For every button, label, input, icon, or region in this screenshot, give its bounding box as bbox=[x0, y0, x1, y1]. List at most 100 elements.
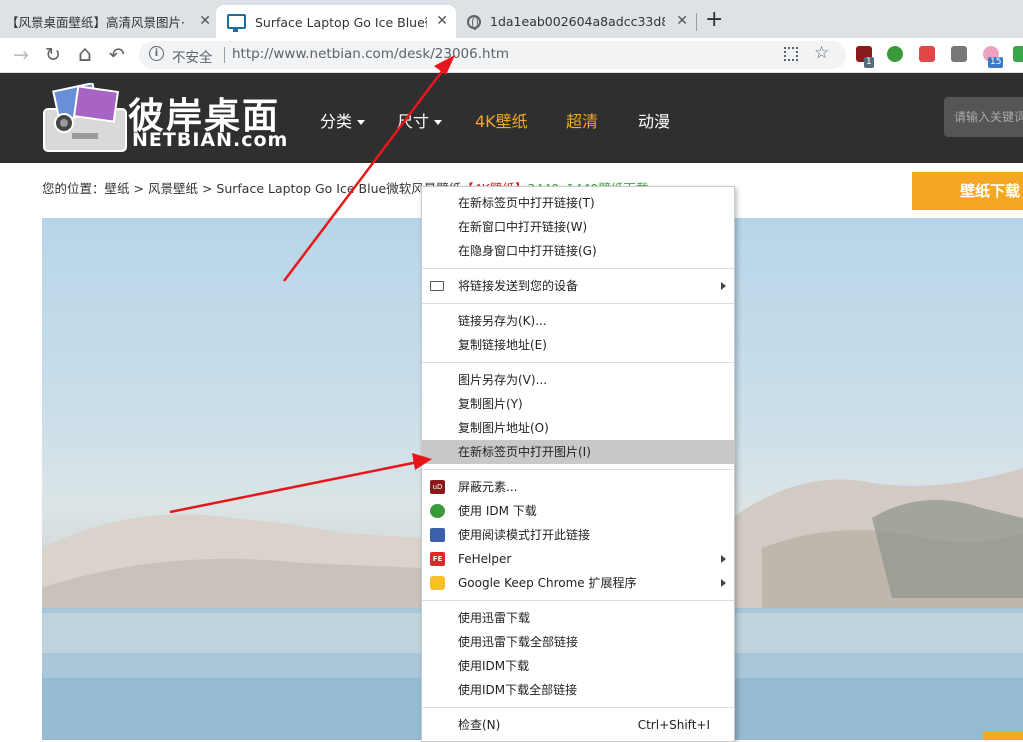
menu-item-label: 在新标签页中打开链接(T) bbox=[458, 196, 595, 210]
menu-item-label: 使用迅雷下载全部链接 bbox=[458, 635, 579, 649]
nav-anime[interactable]: 动漫 bbox=[638, 108, 670, 132]
nav-category[interactable]: 分类 bbox=[320, 108, 366, 132]
tab-divider bbox=[696, 13, 697, 31]
tab-image[interactable]: 1da1eab002604a8adcc33d810 ✕ bbox=[456, 5, 696, 38]
menu-copy-image[interactable]: 复制图片(Y) bbox=[422, 392, 734, 416]
reload-icon[interactable]: ↻ bbox=[41, 43, 65, 67]
menu-thunder-download[interactable]: 使用迅雷下载 bbox=[422, 606, 734, 630]
menu-open-link-new-tab[interactable]: 在新标签页中打开链接(T) bbox=[422, 191, 734, 215]
monitor-favicon-icon bbox=[227, 14, 246, 32]
menu-item-label: FeHelper bbox=[458, 552, 512, 566]
menu-item-label: 链接另存为(K)... bbox=[458, 314, 547, 328]
menu-item-label: 屏蔽元素... bbox=[458, 480, 518, 494]
menu-item-label: 复制图片地址(O) bbox=[458, 421, 549, 435]
breadcrumb-separator: > bbox=[129, 181, 148, 196]
new-tab-button[interactable]: + bbox=[705, 7, 723, 32]
address-bar[interactable]: i 不安全 http://www.netbian.com/desk/23006.… bbox=[139, 41, 846, 69]
close-tab-icon[interactable]: ✕ bbox=[199, 13, 211, 29]
wallpaper-download-button[interactable]: 壁纸下载 bbox=[912, 172, 1023, 210]
close-tab-icon[interactable]: ✕ bbox=[436, 13, 448, 29]
menu-send-link-to-device[interactable]: 将链接发送到您的设备 bbox=[422, 274, 734, 298]
ublock-badge: 1 bbox=[864, 57, 874, 68]
omnibox-divider bbox=[224, 47, 225, 63]
menu-open-image-new-tab[interactable]: 在新标签页中打开图片(I) bbox=[422, 440, 734, 464]
browser-toolbar: → ↻ ⌂ ↶ i 不安全 http://www.netbian.com/des… bbox=[0, 38, 1023, 73]
home-icon[interactable]: ⌂ bbox=[73, 43, 97, 67]
insecure-label[interactable]: 不安全 bbox=[172, 46, 213, 66]
menu-block-element[interactable]: uD 屏蔽元素... bbox=[422, 475, 734, 499]
menu-item-label: 在隐身窗口中打开链接(G) bbox=[458, 244, 597, 258]
tab-strip: 【风景桌面壁纸】高清风景图片· ✕ Surface Laptop Go Ice … bbox=[0, 0, 1023, 38]
caret-down-icon bbox=[357, 120, 366, 125]
menu-item-label: 使用IDM下载 bbox=[458, 659, 530, 673]
menu-open-link-new-window[interactable]: 在新窗口中打开链接(W) bbox=[422, 215, 734, 239]
reader-extension-icon[interactable] bbox=[919, 46, 935, 62]
menu-separator bbox=[422, 303, 734, 304]
menu-copy-image-address[interactable]: 复制图片地址(O) bbox=[422, 416, 734, 440]
site-logo[interactable] bbox=[42, 81, 128, 155]
undo-icon[interactable]: ↶ bbox=[105, 43, 129, 67]
menu-item-label: 复制图片(Y) bbox=[458, 397, 523, 411]
menu-separator bbox=[422, 362, 734, 363]
menu-fehelper[interactable]: FE FeHelper bbox=[422, 547, 734, 571]
submenu-arrow-icon bbox=[721, 555, 726, 563]
nav-4k[interactable]: 4K壁纸 bbox=[475, 108, 528, 132]
menu-separator bbox=[422, 268, 734, 269]
submenu-arrow-icon bbox=[721, 579, 726, 587]
nav-size[interactable]: 尺寸 bbox=[397, 108, 443, 132]
device-icon bbox=[430, 281, 444, 291]
tab-title: 【风景桌面壁纸】高清风景图片· bbox=[6, 15, 185, 30]
menu-idm-download[interactable]: 使用 IDM 下载 bbox=[422, 499, 734, 523]
menu-item-label: 使用迅雷下载 bbox=[458, 611, 531, 625]
submenu-arrow-icon bbox=[721, 282, 726, 290]
breadcrumb-link[interactable]: 风景壁纸 bbox=[148, 181, 198, 196]
menu-inspect[interactable]: 检查(N) Ctrl+Shift+I bbox=[422, 713, 734, 737]
menu-item-label: 图片另存为(V)... bbox=[458, 373, 548, 387]
menu-idm-download-all[interactable]: 使用IDM下载全部链接 bbox=[422, 678, 734, 702]
qr-code-icon[interactable] bbox=[784, 47, 798, 61]
logo-english-text[interactable]: NETBIAN.com bbox=[132, 129, 288, 151]
breadcrumb-link[interactable]: 壁纸 bbox=[105, 181, 130, 196]
extension-icon[interactable] bbox=[1013, 46, 1023, 62]
site-search-input[interactable]: 请输入关键词 bbox=[944, 97, 1023, 137]
menu-item-label: 复制链接地址(E) bbox=[458, 338, 547, 352]
globe-favicon-icon bbox=[467, 14, 481, 30]
forward-icon[interactable]: → bbox=[9, 43, 33, 67]
menu-item-label: 在新窗口中打开链接(W) bbox=[458, 220, 588, 234]
info-icon[interactable]: i bbox=[149, 46, 164, 61]
menu-idm-download-2[interactable]: 使用IDM下载 bbox=[422, 654, 734, 678]
menu-copy-link-address[interactable]: 复制链接地址(E) bbox=[422, 333, 734, 357]
url-text[interactable]: http://www.netbian.com/desk/23006.htm bbox=[232, 46, 509, 62]
menu-item-label: 使用IDM下载全部链接 bbox=[458, 683, 578, 697]
menu-item-label: 使用阅读模式打开此链接 bbox=[458, 528, 591, 542]
menu-open-link-incognito[interactable]: 在隐身窗口中打开链接(G) bbox=[422, 239, 734, 263]
menu-google-keep[interactable]: Google Keep Chrome 扩展程序 bbox=[422, 571, 734, 595]
menu-item-label: 检查(N) bbox=[458, 718, 501, 732]
tab-surface-laptop[interactable]: Surface Laptop Go Ice Blue微软 ✕ bbox=[216, 5, 456, 38]
menu-thunder-download-all[interactable]: 使用迅雷下载全部链接 bbox=[422, 630, 734, 654]
caret-down-icon bbox=[434, 120, 443, 125]
close-tab-icon[interactable]: ✕ bbox=[676, 13, 688, 29]
menu-save-image-as[interactable]: 图片另存为(V)... bbox=[422, 368, 734, 392]
nav-hd[interactable]: 超清 bbox=[566, 108, 598, 132]
idm-icon bbox=[430, 504, 445, 518]
fehelper-icon: FE bbox=[430, 552, 445, 566]
google-keep-icon bbox=[430, 576, 445, 590]
tab-title: Surface Laptop Go Ice Blue微软 bbox=[255, 15, 427, 30]
nav-label: 尺寸 bbox=[397, 112, 430, 131]
menu-shortcut: Ctrl+Shift+I bbox=[637, 718, 710, 732]
menu-reader-mode[interactable]: 使用阅读模式打开此链接 bbox=[422, 523, 734, 547]
breadcrumb-prefix: 您的位置： bbox=[42, 181, 105, 196]
idm-extension-icon[interactable] bbox=[887, 46, 903, 62]
menu-separator bbox=[422, 600, 734, 601]
bookmark-star-icon[interactable]: ☆ bbox=[814, 43, 829, 63]
tab-netbian-landscape[interactable]: 【风景桌面壁纸】高清风景图片· ✕ bbox=[0, 5, 219, 38]
corner-widget[interactable] bbox=[983, 732, 1023, 740]
menu-save-link-as[interactable]: 链接另存为(K)... bbox=[422, 309, 734, 333]
menu-item-label: 将链接发送到您的设备 bbox=[458, 279, 579, 293]
extension-icon[interactable] bbox=[951, 46, 967, 62]
menu-separator bbox=[422, 469, 734, 470]
nav-label: 分类 bbox=[320, 112, 353, 131]
menu-item-label: 使用 IDM 下载 bbox=[458, 504, 537, 518]
breadcrumb-separator: > bbox=[197, 181, 217, 196]
